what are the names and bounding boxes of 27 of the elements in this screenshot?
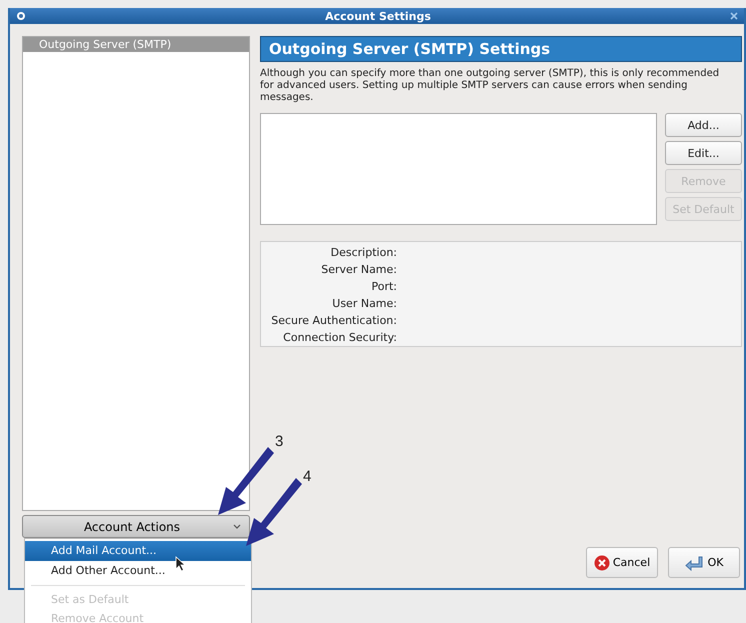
side-button[interactable]: Edit...	[665, 141, 742, 165]
menu-item[interactable]: Add Other Account...	[25, 561, 251, 581]
detail-label: Port:	[370, 279, 397, 295]
detail-label: Description:	[330, 245, 397, 261]
mouse-pointer-icon	[175, 556, 186, 572]
server-list[interactable]	[260, 113, 657, 225]
detail-label: User Name:	[331, 296, 397, 312]
detail-label: Server Name:	[320, 262, 397, 278]
detail-label: Secure Authentication:	[270, 313, 397, 329]
annotation-arrow	[244, 476, 302, 548]
detail-label: Connection Security:	[282, 330, 397, 346]
account-actions-button[interactable]: Account Actions	[22, 515, 250, 538]
return-arrow-icon	[684, 554, 705, 570]
window-title: Account Settings	[324, 10, 432, 22]
annotation-number: 3	[275, 433, 284, 450]
annotation-number: 4	[303, 468, 312, 485]
app-icon	[16, 11, 26, 21]
dialog-button[interactable]: Cancel	[586, 547, 658, 578]
annotation-arrow	[216, 445, 274, 517]
dialog-button[interactable]: OK	[668, 547, 740, 578]
cancel-icon	[594, 554, 610, 570]
close-icon[interactable]	[730, 12, 738, 20]
panel-header: Outgoing Server (SMTP) Settings	[260, 36, 742, 62]
menu-item[interactable]: Add Mail Account...	[25, 541, 251, 561]
caret-icon	[233, 524, 241, 529]
description-text: Although you can specify more than one outgoing server (SMTP), this is only recommended for advanced users. Setting up multiple SMTP servers can cause errors when sending messages.	[260, 68, 720, 104]
side-button[interactable]: Add...	[665, 113, 742, 137]
